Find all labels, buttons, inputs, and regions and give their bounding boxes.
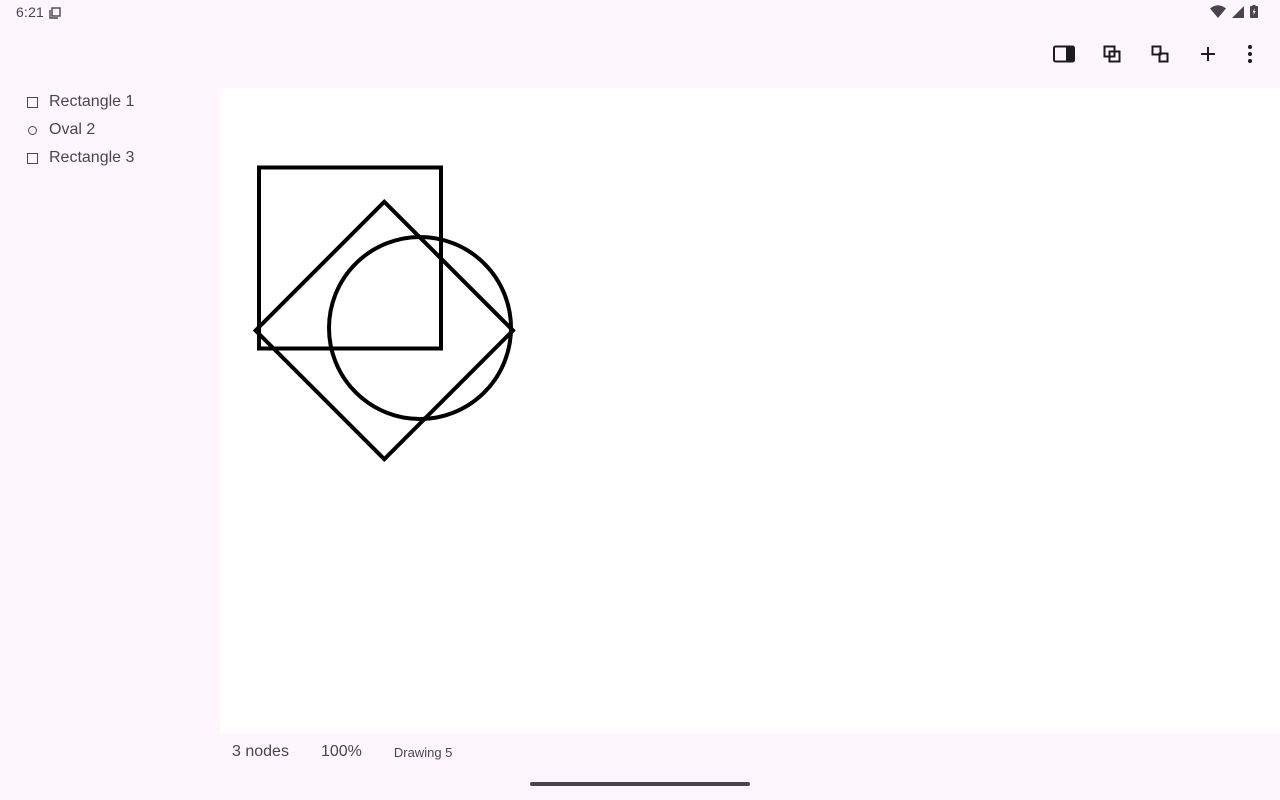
layer-label: Oval 2 xyxy=(49,121,96,138)
gesture-navigation-bar[interactable] xyxy=(530,782,750,786)
signal-icon xyxy=(1232,5,1244,23)
group-button[interactable] xyxy=(1088,36,1136,76)
wifi-icon xyxy=(1210,5,1226,23)
side-panel-icon xyxy=(1053,45,1075,68)
document-name: Drawing 5 xyxy=(393,744,453,760)
more-vert-icon xyxy=(1248,44,1252,68)
more-options-button[interactable] xyxy=(1232,36,1268,76)
add-button[interactable] xyxy=(1184,36,1232,76)
side-panel-button[interactable] xyxy=(1040,36,1088,76)
shape-rectangle-1[interactable] xyxy=(257,165,443,351)
layer-item-rectangle-3[interactable]: Rectangle 3 xyxy=(0,144,220,172)
battery-icon xyxy=(1250,5,1258,23)
add-icon xyxy=(1200,46,1216,67)
layer-label: Rectangle 3 xyxy=(49,149,135,166)
status-time: 6:21 xyxy=(16,4,45,20)
layer-label: Rectangle 1 xyxy=(49,93,135,110)
layers-panel: Rectangle 1 Oval 2 Rectangle 3 xyxy=(0,88,220,172)
status-bar: 6:21 xyxy=(0,0,1280,24)
drawing-canvas[interactable] xyxy=(220,88,1280,733)
screenshot-icon xyxy=(49,6,61,24)
square-outline-icon xyxy=(26,152,38,164)
shape-rectangle-3[interactable] xyxy=(252,198,516,462)
square-outline-icon xyxy=(26,96,38,108)
toolbar xyxy=(1040,36,1280,76)
node-count: 3 nodes xyxy=(232,743,289,760)
ungroup-button[interactable] xyxy=(1136,36,1184,76)
ungroup-icon xyxy=(1151,45,1169,68)
layer-item-oval-2[interactable]: Oval 2 xyxy=(0,116,220,144)
shape-oval-2[interactable] xyxy=(327,235,513,421)
circle-outline-icon xyxy=(26,124,38,136)
status-footer: 3 nodes 100% Drawing 5 xyxy=(232,741,452,763)
group-icon xyxy=(1103,45,1121,68)
layer-item-rectangle-1[interactable]: Rectangle 1 xyxy=(0,88,220,116)
zoom-level[interactable]: 100% xyxy=(321,743,362,761)
